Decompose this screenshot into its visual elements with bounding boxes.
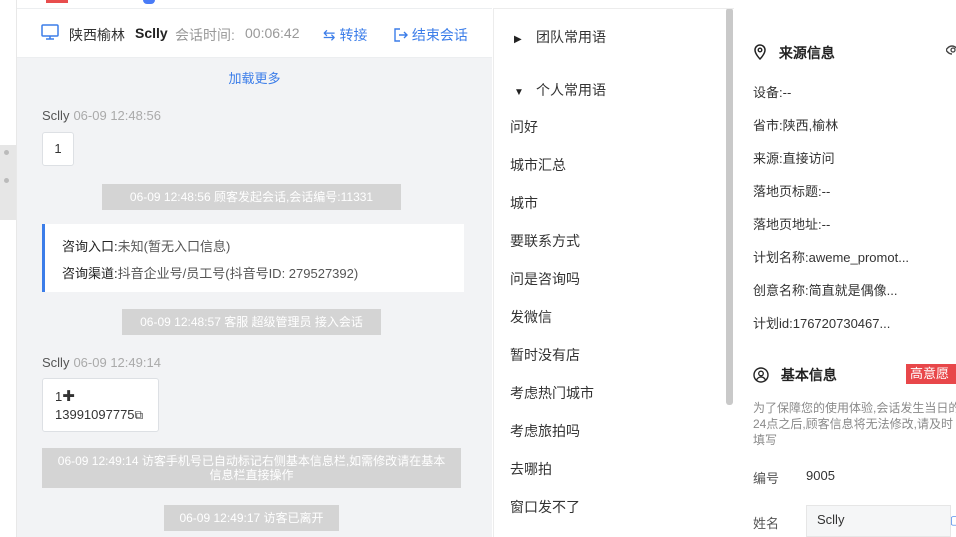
message-time: 06-09 12:48:56 <box>73 108 161 123</box>
location-pin-icon <box>753 44 779 61</box>
phrase-item[interactable]: 暂时没有店 <box>510 345 580 365</box>
chat-panel: 陕西榆林 Sclly 会话时间: 00:06:42 ⇆ 转接 结束会话 加载更多… <box>17 8 492 537</box>
phrase-item[interactable]: 问好 <box>510 117 538 137</box>
team-phrases-group[interactable]: ▶ 团队常用语 <box>514 27 606 47</box>
load-more-link[interactable]: 加载更多 <box>17 68 492 87</box>
end-session-label: 结束会话 <box>411 27 468 43</box>
phrase-item[interactable]: 城市 <box>510 193 538 213</box>
visitor-location: 陕西榆林 <box>69 27 125 43</box>
chat-header: 陕西榆林 Sclly 会话时间: 00:06:42 ⇆ 转接 结束会话 <box>17 8 492 58</box>
exit-icon <box>394 27 412 43</box>
phrase-item[interactable]: 考虑热门城市 <box>510 383 594 403</box>
intent-badge[interactable]: 高意愿 <box>906 364 956 384</box>
message-sender: Sclly 06-09 12:48:56 <box>42 108 161 123</box>
quick-reply-panel: ▶ 团队常用语 ▼ 个人常用语 问好 城市汇总 城市 要联系方式 问是咨询吗 发微信… <box>493 8 726 537</box>
phrase-item[interactable]: 发微信 <box>510 307 552 327</box>
phrases-scrollbar[interactable] <box>726 8 733 405</box>
caret-right-icon: ▶ <box>514 34 522 45</box>
consult-info-card: 咨询入口:未知(暂无入口信息) 咨询渠道:抖音企业号/员工号(抖音号ID: 27… <box>42 224 464 292</box>
phrase-item[interactable]: 问是咨询吗 <box>510 269 580 289</box>
visitor-name: Sclly <box>135 25 168 41</box>
personal-phrases-label: 个人常用语 <box>536 82 606 98</box>
phrase-item[interactable]: 去哪拍 <box>510 459 552 479</box>
message-bubble: 1 <box>42 132 74 166</box>
source-device: 设备:-- <box>753 85 792 100</box>
left-nav-dot <box>4 150 9 155</box>
system-message: 06-09 12:49:17 访客已离开 <box>164 505 339 531</box>
consult-channel-value: 抖音企业号/员工号(抖音号ID: 279527392) <box>117 266 359 281</box>
top-blue-mark <box>143 0 155 4</box>
consult-channel-label: 咨询渠道: <box>62 266 118 281</box>
transfer-button[interactable]: ⇆ 转接 <box>323 25 367 45</box>
consult-entry-row: 咨询入口:未知(暂无入口信息) <box>62 236 230 255</box>
phrase-item[interactable]: 要联系方式 <box>510 231 580 251</box>
personal-phrases-group[interactable]: ▼ 个人常用语 <box>514 80 606 100</box>
source-info-title: 来源信息 <box>753 43 835 63</box>
basic-info-title: 基本信息 <box>753 365 837 385</box>
user-circle-icon <box>753 367 781 383</box>
transfer-label: 转接 <box>339 27 368 43</box>
source-info-label: 来源信息 <box>778 45 835 61</box>
eye-icon[interactable] <box>945 42 956 61</box>
landing-page-url: 落地页地址:-- <box>753 217 831 232</box>
basic-info-label: 基本信息 <box>780 367 837 383</box>
source-channel: 来源:直接访问 <box>753 151 835 166</box>
landing-page-title: 落地页标题:-- <box>753 184 831 199</box>
source-province-city: 省市:陕西,榆林 <box>753 118 839 133</box>
edit-icon[interactable]: ▢ <box>950 513 956 527</box>
phrase-item[interactable]: 窗口发不了 <box>510 497 580 517</box>
creative-name: 创意名称:简直就是偶像... <box>753 283 898 298</box>
caret-down-icon: ▼ <box>514 87 524 98</box>
transfer-icon: ⇆ <box>323 27 336 44</box>
phrase-item[interactable]: 考虑旅拍吗 <box>510 421 580 441</box>
consult-channel-row: 咨询渠道:抖音企业号/员工号(抖音号ID: 279527392) <box>62 263 358 282</box>
id-value: 9005 <box>806 468 835 483</box>
edit-notice: 为了保障您的使用体验,会话发生当日的24点之后,顾客信息将无法修改,请及时填写 <box>753 401 956 447</box>
team-phrases-label: 团队常用语 <box>536 29 606 45</box>
name-field[interactable]: Sclly <box>806 505 951 537</box>
message-time: 06-09 12:49:14 <box>73 355 161 370</box>
copy-icon[interactable]: ⧉ <box>135 408 144 422</box>
phone-number: 13991097775 <box>55 407 135 422</box>
system-message: 06-09 12:48:56 顾客发起会话,会话编号:11331 <box>102 184 401 210</box>
sender-name: Sclly <box>42 108 70 123</box>
plus-icon: ✚ <box>62 388 75 405</box>
end-session-button[interactable]: 结束会话 <box>394 25 468 45</box>
id-label: 编号 <box>753 471 780 486</box>
plan-id: 计划id:176720730467... <box>753 316 891 331</box>
phrase-item[interactable]: 城市汇总 <box>510 155 566 175</box>
name-label: 姓名 <box>753 516 780 531</box>
message-sender: Sclly 06-09 12:49:14 <box>42 355 161 370</box>
session-duration-label: 会话时间: <box>175 27 235 43</box>
system-message: 06-09 12:48:57 客服 超级管理员 接入会话 <box>122 309 381 335</box>
left-nav-dot <box>4 178 9 183</box>
message-bubble: 1✚ 13991097775⧉ <box>42 378 159 432</box>
monitor-icon <box>41 24 59 43</box>
customer-info-panel: 来源信息 设备:-- 省市:陕西,榆林 来源:直接访问 落地页标题:-- 落地页… <box>734 8 956 537</box>
left-nav-strip <box>0 0 17 537</box>
top-red-mark <box>46 0 68 3</box>
message-line: 13991097775⧉ <box>55 407 143 423</box>
session-duration: 00:06:42 <box>245 25 300 41</box>
sender-name: Sclly <box>42 355 70 370</box>
plan-name: 计划名称:aweme_promot... <box>753 250 910 265</box>
system-message: 06-09 12:49:14 访客手机号已自动标记右侧基本信息栏,如需修改请在基… <box>42 448 461 488</box>
consult-entry-label: 咨询入口: <box>62 239 118 254</box>
message-line: 1✚ <box>55 387 75 405</box>
consult-entry-value: 未知(暂无入口信息) <box>117 239 231 254</box>
